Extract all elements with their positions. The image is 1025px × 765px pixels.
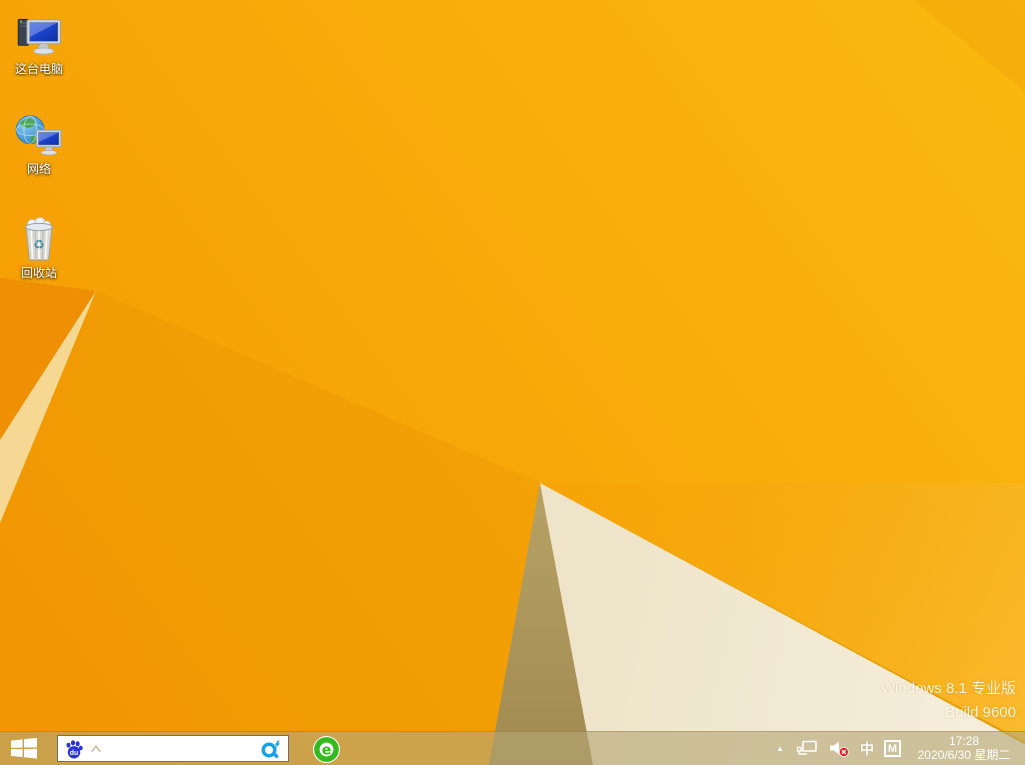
search-input[interactable] bbox=[108, 739, 255, 759]
recycle-bin-icon: ♻ bbox=[14, 216, 64, 264]
svg-text:♻: ♻ bbox=[33, 237, 45, 252]
show-hidden-icons-arrow[interactable]: ▲ bbox=[774, 744, 786, 753]
clock-date: 2020/6/30 星期二 bbox=[911, 749, 1017, 763]
this-pc-icon bbox=[14, 12, 64, 60]
desktop-icon-network[interactable]: 网络 bbox=[2, 112, 76, 176]
windows-desktop: 这台电脑 网络 bbox=[0, 0, 1025, 765]
clock-time: 17:28 bbox=[911, 735, 1017, 749]
system-tray: ▲ 中 M 17:28 2020/6/30 星期二 bbox=[774, 732, 1025, 765]
collapse-chevron-up-icon[interactable] bbox=[89, 743, 103, 755]
svg-text:du: du bbox=[70, 750, 79, 757]
windows-logo-icon bbox=[11, 738, 37, 759]
network-icon bbox=[14, 112, 64, 160]
ime-language-indicator[interactable]: 中 bbox=[860, 732, 874, 765]
volume-muted-icon[interactable] bbox=[828, 732, 850, 765]
baidu-search-icon[interactable] bbox=[260, 738, 282, 760]
baidu-search-bar: du bbox=[57, 735, 289, 762]
network-status-icon[interactable] bbox=[796, 732, 818, 765]
taskbar: du e ▲ bbox=[0, 731, 1025, 765]
desktop-icon-this-pc[interactable]: 这台电脑 bbox=[2, 12, 76, 76]
wallpaper-image bbox=[0, 0, 1025, 765]
svg-text:e: e bbox=[322, 743, 332, 759]
icon-label: 网络 bbox=[27, 163, 51, 176]
baidu-paw-icon[interactable]: du bbox=[64, 739, 84, 759]
icon-label: 这台电脑 bbox=[15, 63, 63, 76]
green-e-browser-icon[interactable]: e bbox=[312, 735, 341, 764]
taskbar-clock[interactable]: 17:28 2020/6/30 星期二 bbox=[911, 735, 1017, 762]
start-button[interactable] bbox=[0, 732, 48, 765]
watermark-build: Build 9600 bbox=[881, 701, 1016, 725]
ime-mode-indicator[interactable]: M bbox=[884, 740, 901, 757]
desktop-icon-recycle-bin[interactable]: ♻ 回收站 bbox=[2, 216, 76, 280]
windows-watermark: Windows 8.1 专业版 Build 9600 bbox=[881, 677, 1016, 725]
watermark-edition: Windows 8.1 专业版 bbox=[881, 677, 1016, 701]
icon-label: 回收站 bbox=[21, 267, 57, 280]
